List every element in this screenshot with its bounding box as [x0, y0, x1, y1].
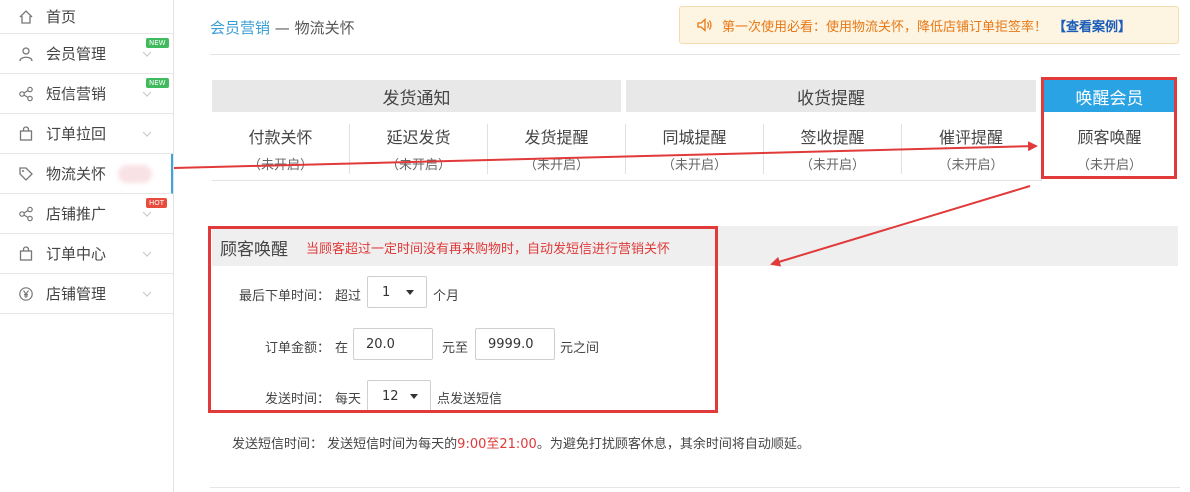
footer-time-window: 9:00至21:00	[457, 437, 537, 452]
header-divider	[210, 54, 1180, 55]
footer-text-1: 发送短信时间为每天的	[327, 437, 458, 452]
bag-icon	[18, 125, 34, 142]
sidebar-item-label: 短信营销	[46, 85, 107, 103]
chevron-down-icon	[142, 251, 152, 257]
sidebar-item-home[interactable]: 首页	[0, 0, 173, 34]
footer-label: 发送短信时间：	[232, 437, 324, 452]
user-icon	[18, 46, 34, 62]
usage-notice: 第一次使用必看：使用物流关怀，降低店铺订单拒签率！ 【查看案例】	[679, 6, 1179, 44]
sidebar: 首页 会员管理 NEW 短信营销 NEW 订单拉回 物流关怀 店铺推广 HOT …	[0, 0, 174, 492]
category-receipt-reminder[interactable]: 收货提醒	[626, 80, 1036, 112]
sidebar-item-members[interactable]: 会员管理 NEW	[0, 34, 173, 74]
sidebar-item-label: 店铺推广	[46, 205, 107, 223]
sidebar-item-label: 物流关怀	[46, 165, 107, 183]
subtab-receipt-reminder[interactable]: 签收提醒 （未开启）	[764, 124, 902, 174]
subtab-status: （未开启）	[938, 158, 1004, 173]
redacted-mark	[118, 165, 152, 183]
share-icon	[18, 206, 34, 222]
footer-divider	[210, 487, 1180, 488]
subtab-title: 发货提醒	[524, 128, 589, 147]
subtab-shipping-reminder[interactable]: 发货提醒 （未开启）	[488, 124, 626, 174]
sidebar-item-label: 订单中心	[46, 245, 107, 263]
hot-badge: HOT	[146, 198, 168, 208]
subtab-title: 签收提醒	[800, 128, 865, 147]
notice-text: 第一次使用必看：使用物流关怀，降低店铺订单拒签率！	[722, 19, 1048, 35]
share-icon	[18, 86, 34, 102]
subtab-title: 延迟发货	[386, 128, 451, 147]
sidebar-item-logistics-care[interactable]: 物流关怀	[0, 154, 173, 194]
subtab-status: （未开启）	[799, 158, 865, 173]
sidebar-item-sms[interactable]: 短信营销 NEW	[0, 74, 173, 114]
sidebar-item-shop-manage[interactable]: 店铺管理	[0, 274, 173, 314]
subtab-review-reminder[interactable]: 催评提醒 （未开启）	[902, 124, 1040, 174]
new-badge: NEW	[146, 78, 169, 88]
breadcrumb-current: 物流关怀	[294, 19, 355, 37]
subtab-divider	[212, 180, 1042, 181]
subtab-status: （未开启）	[247, 158, 313, 173]
subtab-status: （未开启）	[385, 158, 451, 173]
yen-icon	[18, 286, 34, 302]
home-icon	[18, 9, 34, 25]
tag-icon	[18, 166, 34, 182]
sidebar-item-shop-promo[interactable]: 店铺推广 HOT	[0, 194, 173, 234]
sidebar-item-label: 店铺管理	[46, 285, 107, 303]
page: 首页 会员管理 NEW 短信营销 NEW 订单拉回 物流关怀 店铺推广 HOT …	[0, 0, 1190, 492]
subtab-title: 同城提醒	[662, 128, 727, 147]
subtab-status: （未开启）	[523, 158, 589, 173]
speaker-icon	[697, 18, 712, 32]
view-case-link[interactable]: 【查看案例】	[1053, 16, 1131, 35]
breadcrumb-parent-link[interactable]: 会员营销	[210, 19, 270, 37]
annotation-box-form	[208, 226, 718, 413]
chevron-down-icon	[142, 51, 152, 57]
subtab-status: （未开启）	[661, 158, 727, 173]
send-window-note: 发送短信时间： 发送短信时间为每天的9:00至21:00。为避免打扰顾客休息，其…	[232, 433, 810, 452]
category-shipping-notice[interactable]: 发货通知	[212, 80, 621, 112]
subtab-title: 付款关怀	[248, 128, 313, 147]
chevron-down-icon	[142, 291, 152, 297]
subtab-payment-care[interactable]: 付款关怀 （未开启）	[212, 124, 350, 174]
chevron-down-icon	[142, 131, 152, 137]
sidebar-item-order-center[interactable]: 订单中心	[0, 234, 173, 274]
bag-icon	[18, 245, 34, 262]
breadcrumb: 会员营销 — 物流关怀	[210, 17, 355, 38]
annotation-box-wake-member	[1041, 77, 1177, 179]
sidebar-item-label: 会员管理	[46, 45, 107, 63]
subtab-same-city-reminder[interactable]: 同城提醒 （未开启）	[626, 124, 764, 174]
chevron-down-icon	[142, 211, 152, 217]
sidebar-item-label: 订单拉回	[46, 125, 107, 143]
sidebar-item-order-recall[interactable]: 订单拉回	[0, 114, 173, 154]
new-badge: NEW	[146, 38, 169, 48]
sidebar-item-label: 首页	[46, 8, 77, 26]
subtab-delayed-shipping[interactable]: 延迟发货 （未开启）	[350, 124, 488, 174]
chevron-down-icon	[142, 91, 152, 97]
footer-text-2: 。为避免打扰顾客休息，其余时间将自动顺延。	[536, 437, 810, 452]
subtab-title: 催评提醒	[938, 128, 1003, 147]
breadcrumb-separator: —	[270, 19, 295, 37]
